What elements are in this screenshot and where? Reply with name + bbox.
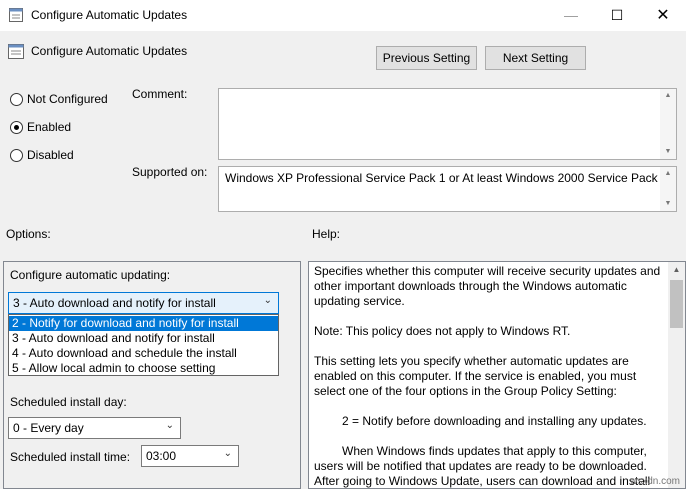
select-value: 0 - Every day <box>13 421 84 435</box>
radio-selected-dot <box>14 125 19 130</box>
scrollbar-thumb[interactable] <box>670 280 683 328</box>
scroll-up-icon[interactable]: ▲ <box>660 167 676 181</box>
supported-on-label: Supported on: <box>132 165 208 179</box>
radio-not-configured[interactable]: Not Configured <box>10 92 120 108</box>
radio-disabled[interactable]: Disabled <box>10 148 120 164</box>
radio-circle[interactable] <box>10 121 23 134</box>
policy-icon <box>9 8 23 22</box>
configure-updating-dropdown: 2 - Notify for download and notify for i… <box>8 314 279 376</box>
select-value: 3 - Auto download and notify for install <box>13 296 216 310</box>
maximize-button[interactable]: ☐ <box>594 0 640 31</box>
chevron-down-icon: ⌄ <box>223 448 232 459</box>
dropdown-option[interactable]: 2 - Notify for download and notify for i… <box>9 316 278 331</box>
watermark: wsxdn.com <box>629 476 680 487</box>
radio-circle[interactable] <box>10 149 23 162</box>
help-paragraph: 2 = Notify before downloading and instal… <box>342 414 647 428</box>
help-paragraph: Specifies whether this computer will rec… <box>314 264 661 308</box>
dropdown-option[interactable]: 3 - Auto download and notify for install <box>9 331 278 346</box>
help-scrollbar[interactable]: ▲ <box>668 262 685 488</box>
install-day-label: Scheduled install day: <box>10 395 127 409</box>
scroll-down-icon[interactable]: ▼ <box>660 145 676 159</box>
supported-on-value: Windows XP Professional Service Pack 1 o… <box>225 171 668 185</box>
options-label: Options: <box>6 227 51 241</box>
setting-title: Configure Automatic Updates <box>31 44 188 58</box>
title-bar: Configure Automatic Updates — ☐ ✕ <box>0 0 686 31</box>
configure-updating-label: Configure automatic updating: <box>10 268 171 282</box>
window-title: Configure Automatic Updates <box>31 8 188 22</box>
close-button[interactable]: ✕ <box>640 0 686 31</box>
install-time-label: Scheduled install time: <box>10 450 131 464</box>
configure-updating-select[interactable]: 3 - Auto download and notify for install… <box>8 292 279 314</box>
help-paragraph: Note: This policy does not apply to Wind… <box>314 324 571 338</box>
radio-label: Not Configured <box>27 92 108 106</box>
help-paragraph: This setting lets you specify whether au… <box>314 354 637 398</box>
next-setting-button[interactable]: Next Setting <box>485 46 586 70</box>
supported-on-field: Windows XP Professional Service Pack 1 o… <box>218 166 677 212</box>
install-time-select[interactable]: 03:00 ⌄ <box>141 445 239 467</box>
chevron-down-icon: ⌄ <box>165 420 174 431</box>
radio-label: Enabled <box>27 120 72 134</box>
help-text: Specifies whether this computer will rec… <box>314 264 662 488</box>
previous-setting-button[interactable]: Previous Setting <box>376 46 477 70</box>
policy-setting-icon <box>8 44 24 59</box>
comment-label: Comment: <box>132 87 188 101</box>
radio-label: Disabled <box>27 148 74 162</box>
scroll-up-icon[interactable]: ▲ <box>660 89 676 103</box>
dropdown-option[interactable]: 5 - Allow local admin to choose setting <box>9 361 278 376</box>
dropdown-option[interactable]: 4 - Auto download and schedule the insta… <box>9 346 278 361</box>
install-day-select[interactable]: 0 - Every day ⌄ <box>8 417 181 439</box>
radio-enabled[interactable]: Enabled <box>10 120 120 136</box>
scroll-down-icon[interactable]: ▼ <box>660 197 676 211</box>
radio-circle[interactable] <box>10 93 23 106</box>
scroll-up-icon[interactable]: ▲ <box>668 262 685 278</box>
supported-scrollbar[interactable]: ▲ ▼ <box>660 167 676 211</box>
chevron-down-icon: ⌄ <box>263 295 272 306</box>
minimize-button[interactable]: — <box>548 0 594 31</box>
help-pane: Specifies whether this computer will rec… <box>308 261 686 489</box>
help-paragraph: When Windows finds updates that apply to… <box>314 444 651 488</box>
comment-textarea[interactable]: ▲ ▼ <box>218 88 677 160</box>
comment-scrollbar[interactable]: ▲ ▼ <box>660 89 676 159</box>
help-label: Help: <box>312 227 341 241</box>
select-value: 03:00 <box>146 449 177 463</box>
